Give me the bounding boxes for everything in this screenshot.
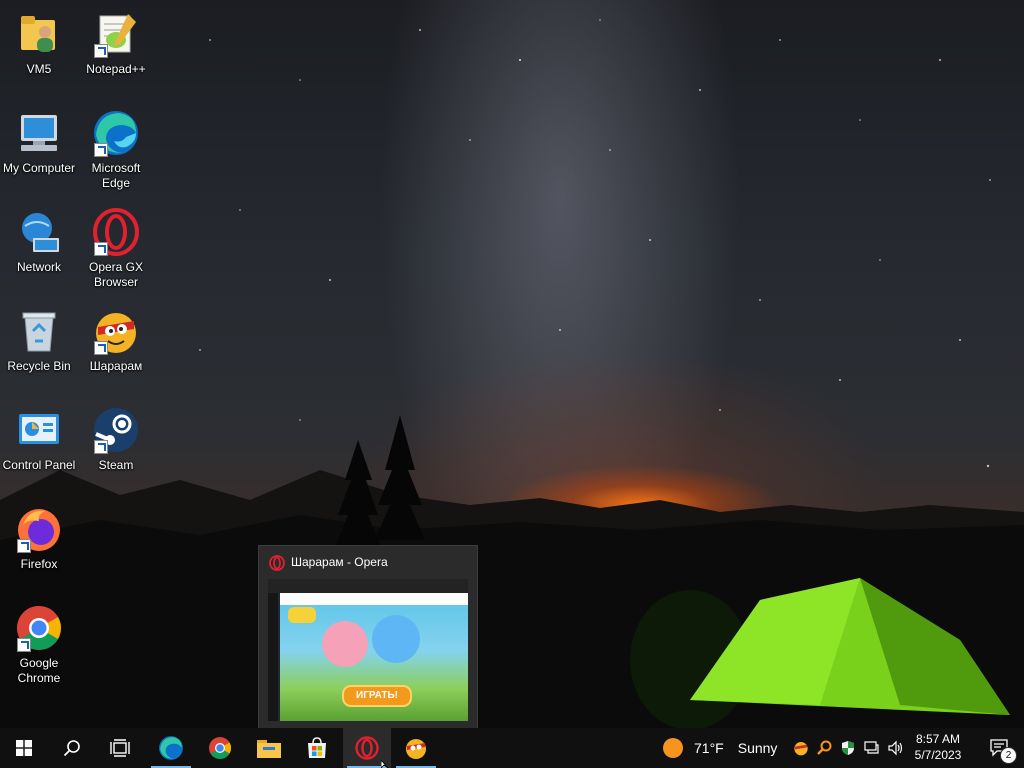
desktop-icon-label: Google Chrome [17,656,61,685]
tray-shararam-icon[interactable] [790,740,812,756]
chrome-icon [15,604,63,652]
desktop-icon-label: Recycle Bin [7,359,71,373]
desktop-icon-shararam[interactable]: Шарарам [77,299,155,374]
start-button[interactable] [0,728,48,768]
desktop-icon-steam[interactable]: Steam [77,398,155,473]
taskbar-store-button[interactable] [293,728,341,768]
clock-date: 5/7/2023 [914,748,962,762]
thumbnail-site-content: ИГРАТЬ! [280,593,468,721]
tray-search-tool-icon[interactable] [812,740,836,756]
thumbnail-browser-header [268,579,468,593]
tray-network-icon[interactable] [860,740,884,756]
desktop-icon-label: Opera GX Browser [88,260,144,289]
chrome-icon [209,737,231,759]
opera-icon [269,555,285,576]
thumbnail-play-button: ИГРАТЬ! [342,685,412,707]
desktop-icon-firefox[interactable]: Firefox [0,497,78,572]
shararam-icon [406,739,426,759]
desktop-icon-notepadpp[interactable]: Notepad++ [77,2,155,77]
shararam-icon [92,307,140,355]
firefox-icon [15,505,63,553]
preview-thumbnail[interactable]: ИГРАТЬ! [268,579,468,721]
user-folder-icon [15,10,63,58]
opera-icon [355,736,379,760]
task-view-icon [110,739,130,757]
steam-icon [92,406,140,454]
desktop-icon-label: VM5 [26,62,52,76]
desktop-icon-my-computer[interactable]: My Computer [0,101,78,176]
desktop-icon-label: Firefox [20,557,58,571]
store-icon [308,737,326,758]
weather-condition: Sunny [737,740,778,756]
control-panel-icon [15,406,63,454]
start-icon [16,740,32,756]
desktop-icon-control-panel[interactable]: Control Panel [0,398,78,473]
computer-icon [15,109,63,157]
desktop-icon-microsoft-edge[interactable]: Microsoft Edge [77,101,155,191]
preview-window-title: Шарарам - Opera [291,555,388,569]
sun-icon [663,738,683,758]
shortcut-arrow-icon [94,143,108,157]
desktop-icon-label: My Computer [2,161,76,175]
taskbar-edge-button[interactable] [147,728,195,768]
desktop-icon-opera-gx[interactable]: Opera GX Browser [77,200,155,290]
desktop-icon-label: Steam [98,458,134,472]
desktop-icon-vm5[interactable]: VM5 [0,2,78,77]
taskbar-file-explorer-button[interactable] [245,728,293,768]
shortcut-arrow-icon [94,440,108,454]
desktop-icon-label: Notepad++ [86,62,146,76]
taskbar-clock[interactable]: 8:57 AM 5/7/2023 [906,731,970,763]
taskbar-thumbnail-preview[interactable]: Шарарам - Opera ИГРАТЬ! [258,545,478,729]
opera-gx-icon [92,208,140,256]
clock-time: 8:57 AM [915,732,961,746]
shortcut-arrow-icon [94,341,108,355]
search-button[interactable] [48,728,96,768]
thumbnail-site-nav [280,593,468,605]
system-tray [790,728,908,768]
notification-count-badge: 2 [1000,747,1017,764]
taskbar: 71°F Sunny 8:57 AM 5/7/2023 2 [0,728,1024,768]
shortcut-arrow-icon [94,44,108,58]
shortcut-arrow-icon [17,539,31,553]
weather-temperature: 71°F [694,740,724,756]
desktop-icon-google-chrome[interactable]: Google Chrome [0,596,78,686]
taskbar-shararam-button[interactable] [392,728,440,768]
task-view-button[interactable] [96,728,144,768]
thumbnail-character [372,615,420,663]
network-icon [15,208,63,256]
shortcut-arrow-icon [94,242,108,256]
search-icon [63,740,80,757]
desktop-icon-label: Control Panel [2,458,76,472]
weather-widget[interactable]: 71°F Sunny [662,728,777,768]
tray-security-shield-icon[interactable] [836,740,860,756]
edge-icon [92,109,140,157]
desktop-icon-network[interactable]: Network [0,200,78,275]
desktop-icon-label: Шарарам [89,359,143,373]
thumbnail-browser-sidebar [268,593,278,721]
action-center-button[interactable]: 2 [976,728,1024,768]
desktop-icon-label: Network [16,260,61,274]
shortcut-arrow-icon [17,638,31,652]
thumbnail-character [322,621,368,667]
desktop-icon-label: Microsoft Edge [91,161,141,190]
mouse-cursor-icon [381,760,389,768]
notepadpp-icon [92,10,140,58]
recycle-bin-icon [15,307,63,355]
file-explorer-icon [257,740,281,758]
tray-volume-icon[interactable] [884,740,908,756]
thumbnail-site-logo [288,607,316,623]
desktop-icon-recycle-bin[interactable]: Recycle Bin [0,299,78,374]
taskbar-chrome-button[interactable] [196,728,244,768]
edge-icon [159,736,183,760]
